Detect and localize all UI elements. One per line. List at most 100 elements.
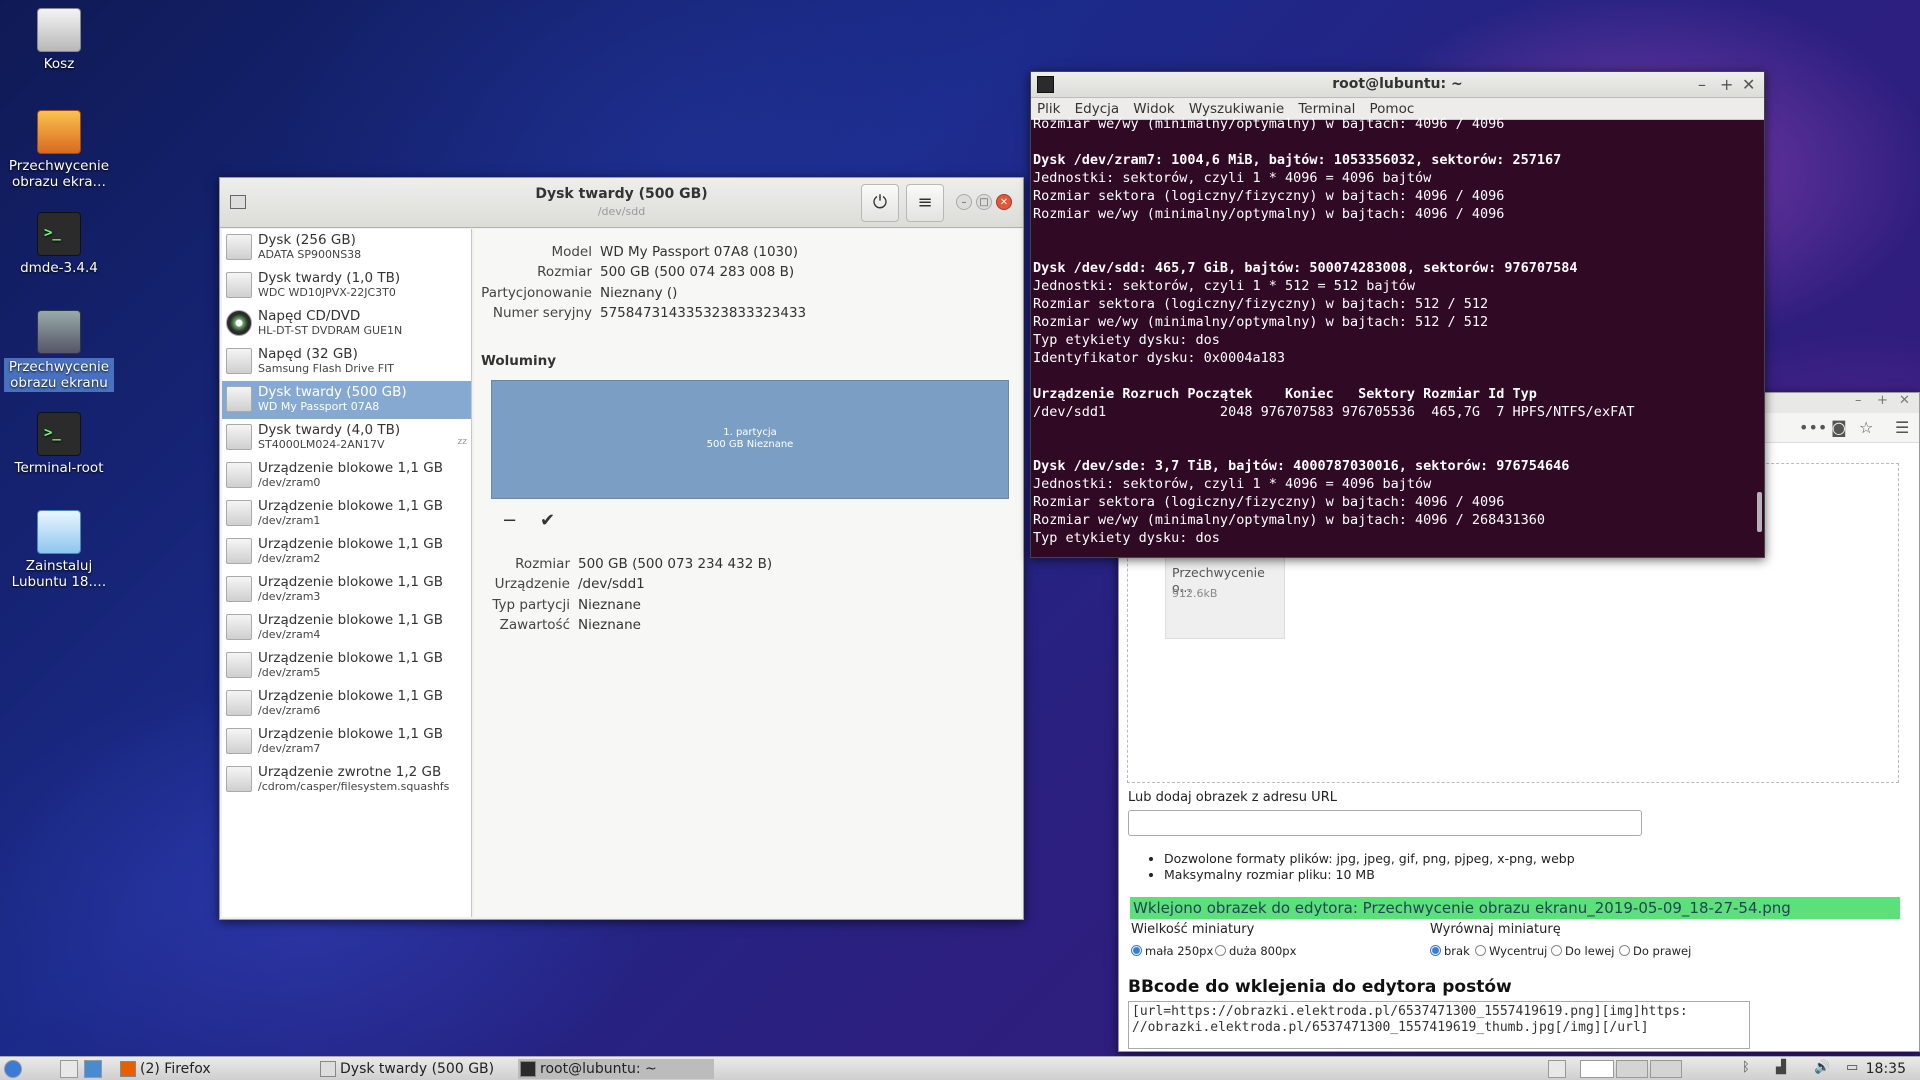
maximize-icon[interactable]: + xyxy=(1877,393,1888,408)
drive-item[interactable]: Urządzenie blokowe 1,1 GB/dev/zram2 xyxy=(222,533,471,571)
align-left-option[interactable]: Do lewej xyxy=(1551,944,1615,958)
radio[interactable] xyxy=(1475,945,1486,956)
image-url-input[interactable] xyxy=(1128,810,1642,836)
minimize-icon[interactable]: – xyxy=(1855,393,1862,408)
block-device-icon xyxy=(226,728,252,754)
usb-drive-icon xyxy=(226,348,252,374)
drive-item[interactable]: Urządzenie blokowe 1,1 GB/dev/zram6 xyxy=(222,685,471,723)
drive-item[interactable]: Urządzenie blokowe 1,1 GB/dev/zram0 xyxy=(222,457,471,495)
file-manager-icon[interactable] xyxy=(84,1060,102,1078)
more-actions-icon[interactable]: ••• xyxy=(1799,418,1827,437)
radio-selected[interactable] xyxy=(1131,945,1142,956)
radio[interactable] xyxy=(1619,945,1630,956)
bbcode-textarea[interactable]: [url=https://obrazki.elektroda.pl/653747… xyxy=(1128,1001,1750,1049)
size-small-option[interactable]: mała 250px xyxy=(1131,944,1213,958)
drive-details-pane: Model WD My Passport 07A8 (1030) Rozmiar… xyxy=(474,229,1021,917)
power-off-button[interactable]: ⏻ xyxy=(861,184,899,222)
close-button[interactable]: ✕ xyxy=(996,194,1012,210)
drive-item[interactable]: Urządzenie blokowe 1,1 GB/dev/zram3 xyxy=(222,571,471,609)
terminal-line: Jednostki: sektorów, czyli 1 * 4096 = 40… xyxy=(1033,170,1432,186)
maximize-icon[interactable]: + xyxy=(1720,75,1733,94)
block-device-icon xyxy=(226,462,252,488)
start-menu-icon[interactable] xyxy=(4,1060,22,1078)
volume-icon[interactable]: 🔊 xyxy=(1814,1060,1830,1075)
drive-name: Dysk (256 GB) xyxy=(258,232,356,248)
camera-icon xyxy=(37,310,81,354)
drive-item[interactable]: Dysk (256 GB) ADATA SP900NS38 xyxy=(222,229,471,267)
align-right-label: Do prawej xyxy=(1633,944,1692,958)
drive-item[interactable]: Urządzenie blokowe 1,1 GB/dev/zram5 xyxy=(222,647,471,685)
radio[interactable] xyxy=(1215,945,1226,956)
disks-icon xyxy=(320,1061,336,1077)
radio[interactable] xyxy=(1551,945,1562,956)
drive-item[interactable]: Urządzenie blokowe 1,1 GB/dev/zram1 xyxy=(222,495,471,533)
workspace-3-icon[interactable] xyxy=(1616,1060,1648,1078)
workspace-2-icon[interactable] xyxy=(1580,1060,1614,1078)
workspace-1-icon[interactable] xyxy=(1548,1060,1566,1078)
network-icon[interactable]: ▟ xyxy=(1776,1060,1786,1075)
radio-selected[interactable] xyxy=(1430,945,1441,956)
terminal-icon xyxy=(520,1061,536,1077)
desktop-icon-trash[interactable]: Kosz xyxy=(4,8,114,72)
desktop-icon-dmde[interactable]: >_ dmde-3.4.4 xyxy=(4,212,114,276)
bookmark-star-icon[interactable]: ☆ xyxy=(1859,418,1873,437)
desktop-icon-install[interactable]: Zainstaluj Lubuntu 18.… xyxy=(4,510,114,590)
partition-key: Urządzenie xyxy=(494,576,570,592)
block-device-icon xyxy=(226,690,252,716)
desktop-icon-screenshot-file[interactable]: Przechwycenie obrazu ekranu xyxy=(4,310,114,392)
disks-titlebar: Dysk twardy (500 GB) /dev/sdd ⏻ ≡ – □ ✕ xyxy=(220,178,1023,228)
drive-item[interactable]: Urządzenie blokowe 1,1 GB/dev/zram4 xyxy=(222,609,471,647)
terminal-output[interactable]: Rozmiar we/wy (minimalny/optymalny) w ba… xyxy=(1031,115,1752,557)
drive-item[interactable]: Dysk twardy (4,0 TB) ST4000LM024-2AN17V zz xyxy=(222,419,471,457)
terminal-scrollbar[interactable] xyxy=(1757,492,1762,532)
drive-item[interactable]: Urządzenie blokowe 1,1 GB/dev/zram7 xyxy=(222,723,471,761)
bluetooth-icon[interactable]: ᛒ xyxy=(1742,1060,1750,1075)
minimize-button[interactable]: – xyxy=(956,194,972,210)
partition-volume-block[interactable]: 1. partycja 500 GB Nieznane xyxy=(491,380,1009,499)
battery-icon[interactable]: ▭ xyxy=(1846,1060,1858,1075)
taskbar-terminal[interactable]: root@lubuntu: ~ xyxy=(518,1059,714,1079)
drive-name: Urządzenie blokowe 1,1 GB xyxy=(258,460,443,476)
pocket-icon[interactable]: ◙ xyxy=(1831,418,1847,437)
drive-item[interactable]: Napęd (32 GB) Samsung Flash Drive FIT xyxy=(222,343,471,381)
maximize-button[interactable]: □ xyxy=(976,194,992,210)
disks-window: Dysk twardy (500 GB) /dev/sdd ⏻ ≡ – □ ✕ … xyxy=(219,177,1024,920)
power-icon: ⏻ xyxy=(872,192,888,213)
align-center-option[interactable]: Wycentruj xyxy=(1475,944,1547,958)
desktop-icon-label: Przechwycenie obrazu ekranu xyxy=(4,358,114,392)
desktop-icon-terminal-root[interactable]: >_ Terminal-root xyxy=(4,412,114,476)
close-icon[interactable]: ✕ xyxy=(1899,393,1910,408)
drive-item[interactable]: Dysk twardy (1,0 TB) WDC WD10JPVX-22JC3T0 xyxy=(222,267,471,305)
terminal-line: Jednostki: sektorów, czyli 1 * 4096 = 40… xyxy=(1033,476,1432,492)
desktop-icon-screenshot-app[interactable]: Przechwycenie obrazu ekra… xyxy=(4,110,114,190)
usb-drive-icon xyxy=(226,386,252,412)
minimize-icon[interactable]: – xyxy=(1698,75,1706,94)
terminal-line: Typ etykiety dysku: dos xyxy=(1033,530,1220,546)
drive-name: Dysk twardy (4,0 TB) xyxy=(258,422,401,438)
align-none-option[interactable]: brak xyxy=(1430,944,1470,958)
drive-name: Urządzenie blokowe 1,1 GB xyxy=(258,574,443,590)
taskbar-firefox[interactable]: (2) Firefox xyxy=(118,1059,308,1079)
close-icon[interactable]: ✕ xyxy=(1742,75,1755,94)
workspace-4-icon[interactable] xyxy=(1650,1060,1682,1078)
size-large-option[interactable]: duża 800px xyxy=(1215,944,1296,958)
clock[interactable]: 18:35 xyxy=(1866,1059,1906,1079)
drive-item[interactable]: Urządzenie zwrotne 1,2 GB/cdrom/casper/f… xyxy=(222,761,471,799)
taskbar: (2) Firefox Dysk twardy (500 GB) root@lu… xyxy=(0,1056,1920,1080)
check-filesystem-icon[interactable]: ✔ xyxy=(540,510,555,531)
show-desktop-icon[interactable] xyxy=(60,1060,78,1078)
drive-item[interactable]: Napęd CD/DVD HL-DT-ST DVDRAM GUE1N xyxy=(222,305,471,343)
thumbnail-align-label: Wyrównaj miniaturę xyxy=(1430,922,1561,937)
remove-partition-icon[interactable]: − xyxy=(502,510,517,531)
taskbar-disks[interactable]: Dysk twardy (500 GB) xyxy=(318,1059,508,1079)
menu-icon[interactable]: ☰ xyxy=(1895,418,1909,437)
drive-menu-button[interactable]: ≡ xyxy=(906,184,944,222)
menu-icon: ≡ xyxy=(917,192,933,213)
drive-item-selected[interactable]: Dysk twardy (500 GB) WD My Passport 07A8 xyxy=(222,381,471,419)
terminal-line: Jednostki: sektorów, czyli 1 * 512 = 512… xyxy=(1033,278,1416,294)
partition-value: Nieznane xyxy=(578,617,641,633)
align-right-option[interactable]: Do prawej xyxy=(1619,944,1691,958)
detail-value: 500 GB (500 074 283 008 B) xyxy=(600,264,795,280)
block-device-icon xyxy=(226,576,252,602)
